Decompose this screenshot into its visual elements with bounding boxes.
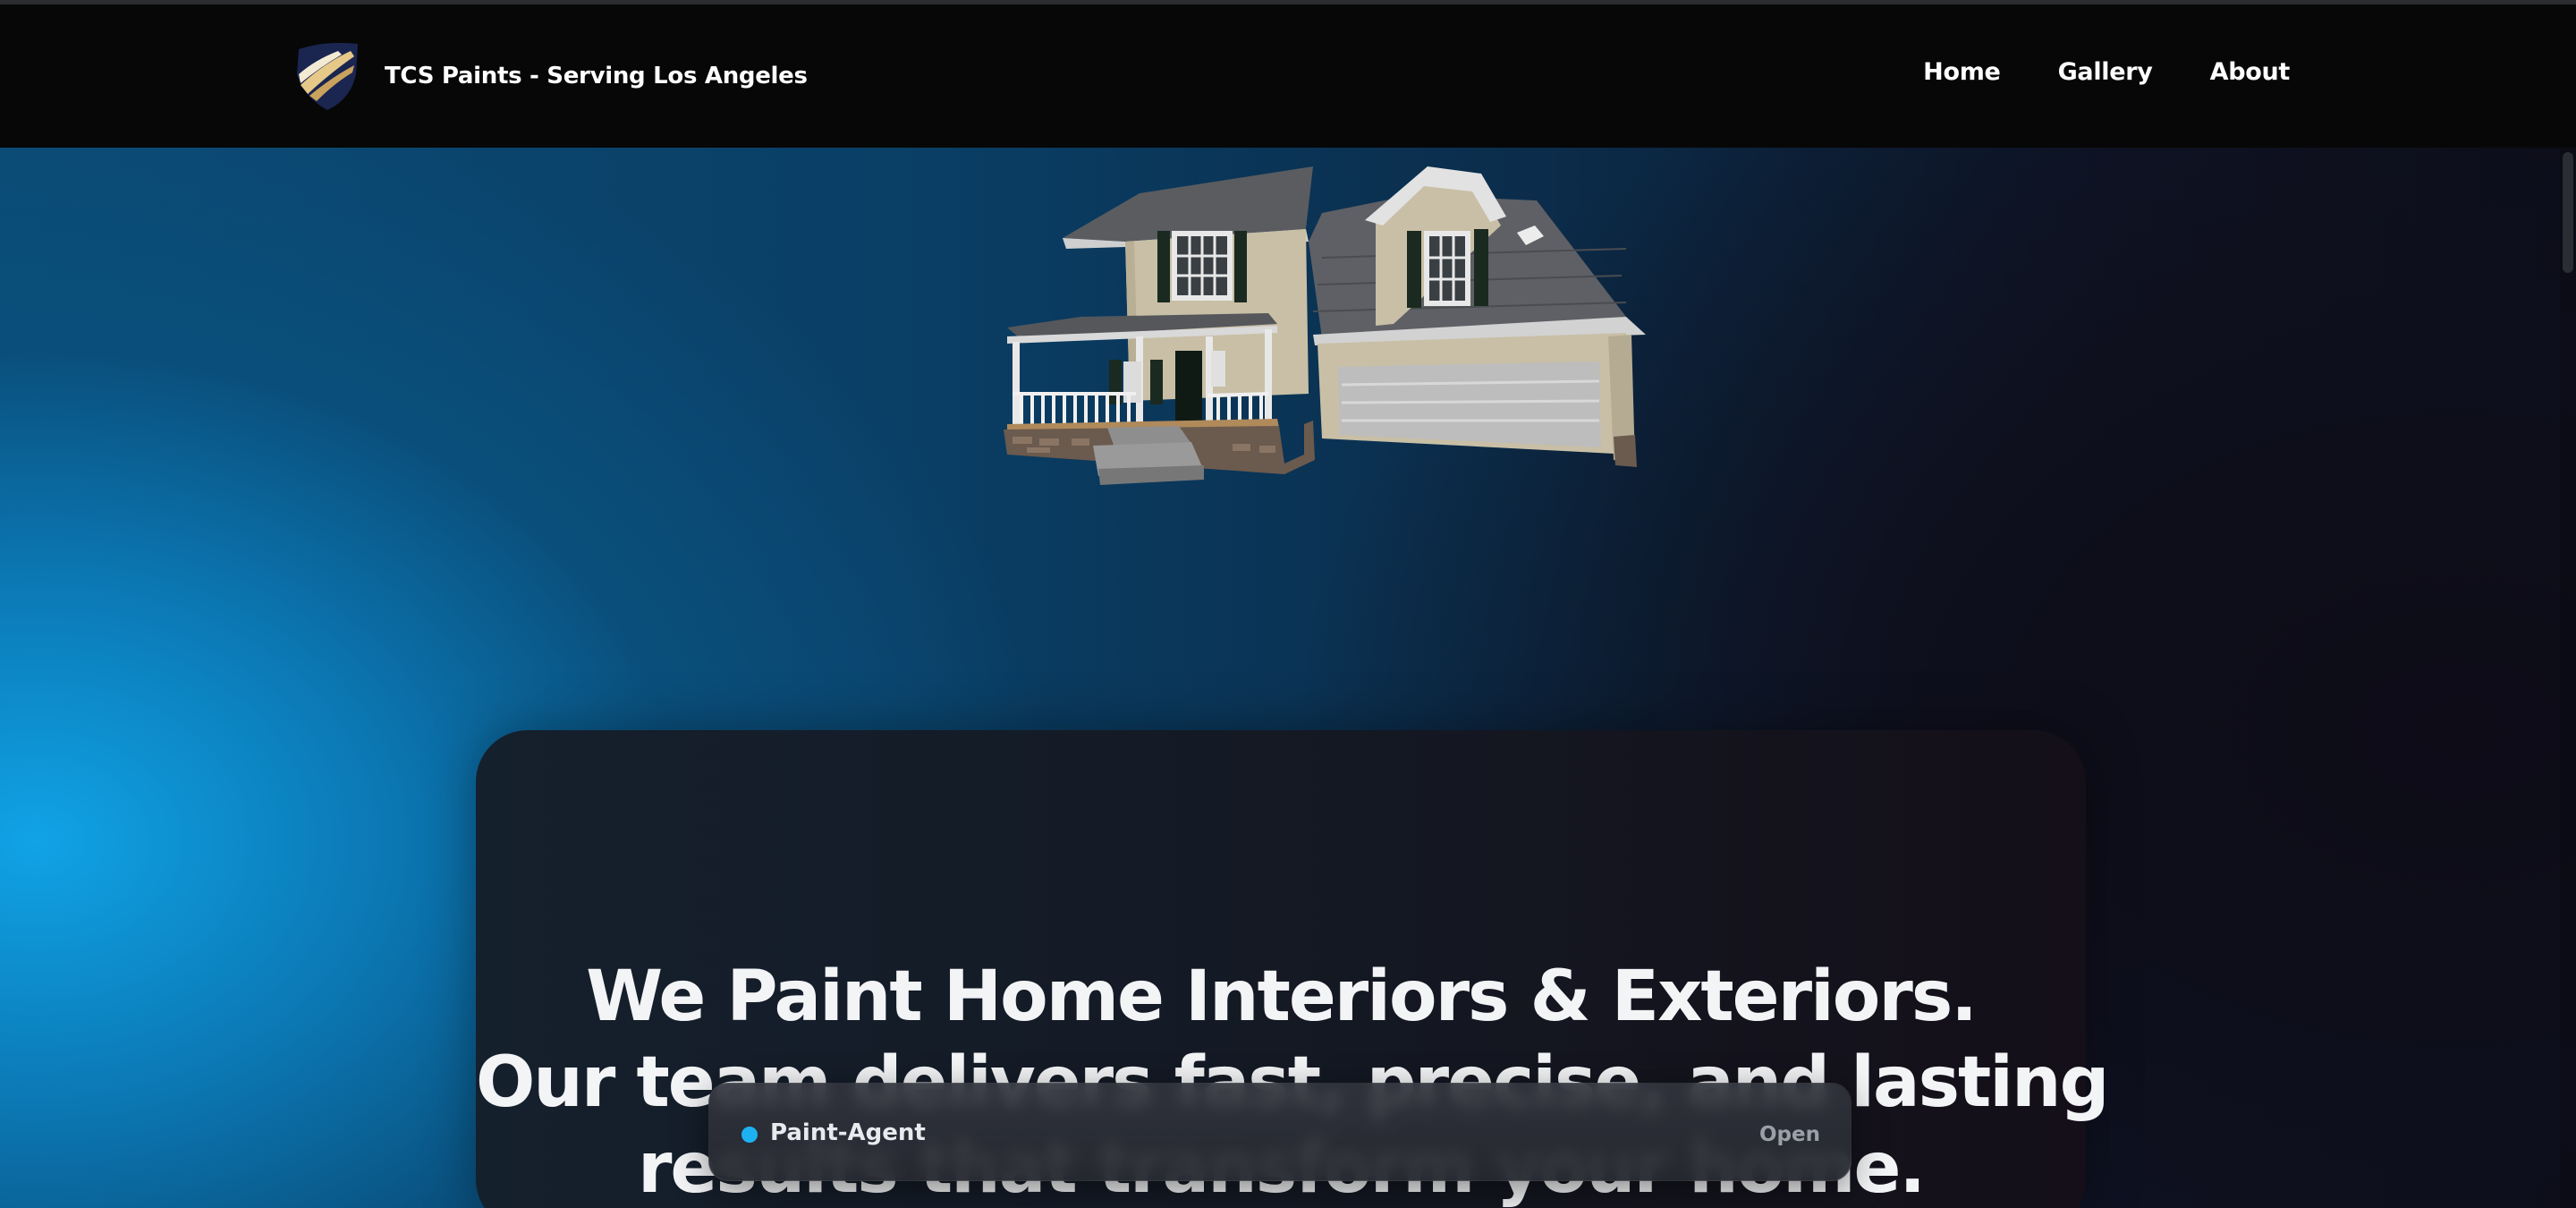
paint-agent-widget[interactable]: Paint-Agent Open	[708, 1083, 1852, 1181]
open-agent-button[interactable]: Open	[1759, 1123, 1820, 1146]
scrollbar-thumb[interactable]	[2563, 152, 2573, 273]
main-nav: Home Gallery About	[1923, 58, 2290, 86]
headline-line-1: We Paint Home Interiors & Exteriors.	[586, 957, 1978, 1037]
brand-name: TCS Paints - Serving Los Angeles	[385, 63, 808, 89]
status-dot-icon	[741, 1127, 758, 1143]
agent-name: Paint-Agent	[770, 1119, 926, 1146]
house-3d-model[interactable]	[1000, 159, 1703, 499]
brand[interactable]: TCS Paints - Serving Los Angeles	[288, 38, 808, 114]
site-header: TCS Paints - Serving Los Angeles Home Ga…	[0, 4, 2576, 148]
nav-link-gallery[interactable]: Gallery	[2058, 58, 2153, 86]
nav-link-home[interactable]: Home	[1923, 58, 2001, 86]
page-scrollbar[interactable]	[2560, 148, 2576, 1208]
nav-link-about[interactable]: About	[2210, 58, 2291, 86]
shield-logo-icon	[297, 42, 358, 110]
